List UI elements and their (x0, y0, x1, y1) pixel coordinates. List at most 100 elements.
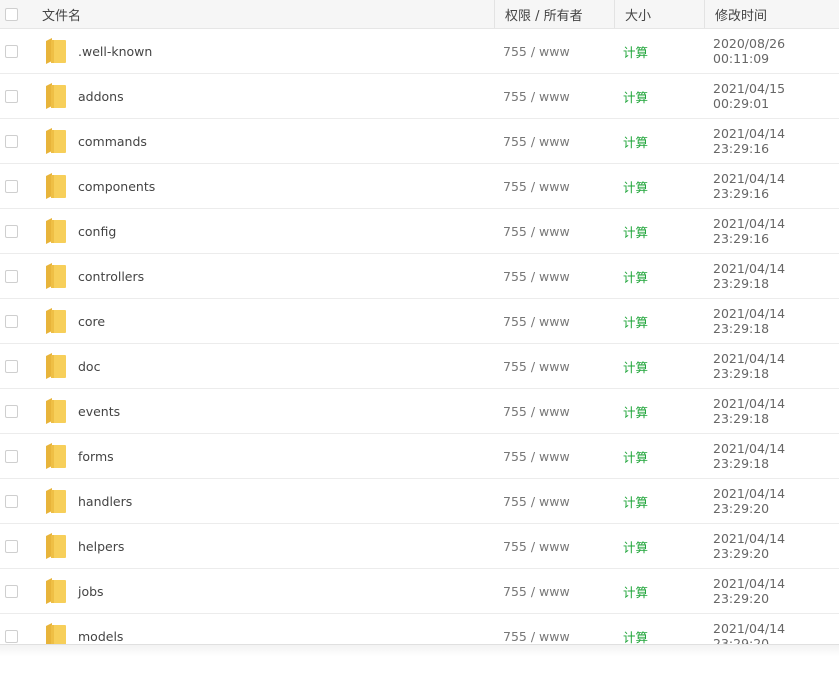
column-header-modified[interactable]: 修改时间 (715, 0, 767, 28)
row-checkbox[interactable] (5, 494, 18, 508)
row-checkbox-cell[interactable] (5, 29, 18, 73)
row-checkbox-cell[interactable] (5, 209, 18, 253)
file-row[interactable]: handlers 755 / www 计算 2021/04/14 23:29:2… (0, 479, 839, 524)
calculate-size-link[interactable]: 计算 (623, 479, 648, 523)
file-permission-text[interactable]: 755 / www (503, 629, 570, 644)
row-checkbox[interactable] (5, 359, 18, 373)
file-permission[interactable]: 755 / www (503, 344, 570, 388)
row-checkbox[interactable] (5, 449, 18, 463)
calculate-size-text[interactable]: 计算 (623, 42, 648, 61)
file-row[interactable]: core 755 / www 计算 2021/04/14 23:29:18 (0, 299, 839, 344)
calculate-size-text[interactable]: 计算 (623, 312, 648, 331)
file-row[interactable]: .well-known 755 / www 计算 2020/08/26 00:1… (0, 29, 839, 74)
file-name-text[interactable]: config (78, 224, 116, 239)
column-header-size[interactable]: 大小 (625, 0, 651, 28)
row-checkbox-cell[interactable] (5, 254, 18, 298)
file-permission-text[interactable]: 755 / www (503, 494, 570, 509)
file-name[interactable]: helpers (78, 524, 124, 568)
calculate-size-text[interactable]: 计算 (623, 402, 648, 421)
calculate-size-text[interactable]: 计算 (623, 492, 648, 511)
row-checkbox[interactable] (5, 539, 18, 553)
column-divider[interactable] (704, 0, 705, 28)
file-name-text[interactable]: handlers (78, 494, 132, 509)
calculate-size-link[interactable]: 计算 (623, 389, 648, 433)
file-row[interactable]: helpers 755 / www 计算 2021/04/14 23:29:20 (0, 524, 839, 569)
file-name-text[interactable]: components (78, 179, 155, 194)
file-name-text[interactable]: doc (78, 359, 100, 374)
row-checkbox-cell[interactable] (5, 524, 18, 568)
file-name-text[interactable]: addons (78, 89, 124, 104)
row-checkbox-cell[interactable] (5, 479, 18, 523)
file-permission-text[interactable]: 755 / www (503, 449, 570, 464)
file-permission-text[interactable]: 755 / www (503, 44, 570, 59)
row-checkbox-cell[interactable] (5, 74, 18, 118)
calculate-size-text[interactable]: 计算 (623, 627, 648, 646)
file-row[interactable]: addons 755 / www 计算 2021/04/15 00:29:01 (0, 74, 839, 119)
row-checkbox-cell[interactable] (5, 119, 18, 163)
file-permission[interactable]: 755 / www (503, 29, 570, 73)
select-all-checkbox[interactable] (5, 7, 18, 21)
file-permission-text[interactable]: 755 / www (503, 224, 570, 239)
file-name[interactable]: .well-known (78, 29, 152, 73)
file-row[interactable]: commands 755 / www 计算 2021/04/14 23:29:1… (0, 119, 839, 164)
file-name[interactable]: handlers (78, 479, 132, 523)
column-header-name[interactable]: 文件名 (42, 0, 81, 28)
row-checkbox[interactable] (5, 404, 18, 418)
calculate-size-link[interactable]: 计算 (623, 29, 648, 73)
row-checkbox[interactable] (5, 584, 18, 598)
file-permission[interactable]: 755 / www (503, 569, 570, 613)
file-permission[interactable]: 755 / www (503, 434, 570, 478)
calculate-size-text[interactable]: 计算 (623, 222, 648, 241)
file-name-text[interactable]: helpers (78, 539, 124, 554)
file-name[interactable]: jobs (78, 569, 104, 613)
file-permission[interactable]: 755 / www (503, 389, 570, 433)
file-permission[interactable]: 755 / www (503, 164, 570, 208)
file-name-text[interactable]: controllers (78, 269, 144, 284)
file-name-text[interactable]: .well-known (78, 44, 152, 59)
row-checkbox[interactable] (5, 629, 18, 643)
file-row[interactable]: controllers 755 / www 计算 2021/04/14 23:2… (0, 254, 839, 299)
calculate-size-text[interactable]: 计算 (623, 357, 648, 376)
calculate-size-link[interactable]: 计算 (623, 164, 648, 208)
row-checkbox[interactable] (5, 179, 18, 193)
file-name-text[interactable]: events (78, 404, 120, 419)
calculate-size-link[interactable]: 计算 (623, 74, 648, 118)
file-name-text[interactable]: core (78, 314, 105, 329)
file-permission[interactable]: 755 / www (503, 74, 570, 118)
row-checkbox[interactable] (5, 89, 18, 103)
row-checkbox-cell[interactable] (5, 299, 18, 343)
row-checkbox-cell[interactable] (5, 164, 18, 208)
calculate-size-text[interactable]: 计算 (623, 447, 648, 466)
calculate-size-link[interactable]: 计算 (623, 254, 648, 298)
select-all-cell[interactable] (5, 0, 18, 28)
calculate-size-link[interactable]: 计算 (623, 524, 648, 568)
file-name-text[interactable]: models (78, 629, 123, 644)
file-name[interactable]: commands (78, 119, 147, 163)
file-permission-text[interactable]: 755 / www (503, 134, 570, 149)
calculate-size-link[interactable]: 计算 (623, 299, 648, 343)
file-permission[interactable]: 755 / www (503, 254, 570, 298)
calculate-size-text[interactable]: 计算 (623, 132, 648, 151)
file-permission[interactable]: 755 / www (503, 524, 570, 568)
calculate-size-link[interactable]: 计算 (623, 119, 648, 163)
calculate-size-text[interactable]: 计算 (623, 582, 648, 601)
row-checkbox-cell[interactable] (5, 434, 18, 478)
column-divider[interactable] (614, 0, 615, 28)
row-checkbox[interactable] (5, 134, 18, 148)
calculate-size-link[interactable]: 计算 (623, 209, 648, 253)
file-name[interactable]: controllers (78, 254, 144, 298)
file-permission-text[interactable]: 755 / www (503, 404, 570, 419)
file-name-text[interactable]: forms (78, 449, 114, 464)
row-checkbox[interactable] (5, 314, 18, 328)
file-permission-text[interactable]: 755 / www (503, 269, 570, 284)
calculate-size-text[interactable]: 计算 (623, 177, 648, 196)
file-name[interactable]: components (78, 164, 155, 208)
row-checkbox-cell[interactable] (5, 569, 18, 613)
row-checkbox-cell[interactable] (5, 344, 18, 388)
calculate-size-text[interactable]: 计算 (623, 87, 648, 106)
calculate-size-text[interactable]: 计算 (623, 267, 648, 286)
file-permission-text[interactable]: 755 / www (503, 89, 570, 104)
file-name[interactable]: events (78, 389, 120, 433)
file-row[interactable]: forms 755 / www 计算 2021/04/14 23:29:18 (0, 434, 839, 479)
file-row[interactable]: components 755 / www 计算 2021/04/14 23:29… (0, 164, 839, 209)
